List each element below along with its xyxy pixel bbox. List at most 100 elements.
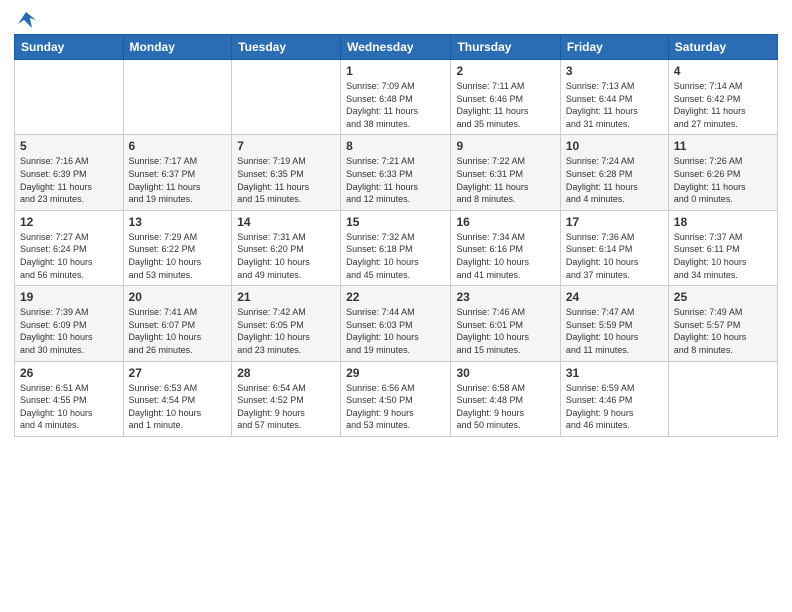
week-row-3: 12Sunrise: 7:27 AM Sunset: 6:24 PM Dayli… <box>15 210 778 285</box>
calendar-cell: 30 Sunrise: 6:58 AM Sunset: 4:48 PM Dayli… <box>451 361 560 436</box>
day-info: Sunrise: 6:58 AM Sunset: 4:48 PM Dayligh… <box>456 382 554 432</box>
calendar-cell: 10 Sunrise: 7:24 AM Sunset: 6:28 PM Dayli… <box>560 135 668 210</box>
calendar-cell: 29 Sunrise: 6:56 AM Sunset: 4:50 PM Dayli… <box>341 361 451 436</box>
day-number: 23 <box>456 290 554 304</box>
calendar-cell: 19Sunrise: 7:39 AM Sunset: 6:09 PM Dayli… <box>15 286 124 361</box>
calendar-cell: 9 Sunrise: 7:22 AM Sunset: 6:31 PM Daylig… <box>451 135 560 210</box>
logo <box>14 10 36 26</box>
day-number: 28 <box>237 366 335 380</box>
calendar-cell: 13 Sunrise: 7:29 AM Sunset: 6:22 PM Dayli… <box>123 210 232 285</box>
calendar-cell: 22 Sunrise: 7:44 AM Sunset: 6:03 PM Dayli… <box>341 286 451 361</box>
week-row-2: 5 Sunrise: 7:16 AM Sunset: 6:39 PM Daylig… <box>15 135 778 210</box>
day-number: 14 <box>237 215 335 229</box>
day-number: 8 <box>346 139 445 153</box>
weekday-header-row: SundayMondayTuesdayWednesdayThursdayFrid… <box>15 35 778 60</box>
day-number: 1 <box>346 64 445 78</box>
calendar-cell: 11 Sunrise: 7:26 AM Sunset: 6:26 PM Dayli… <box>668 135 777 210</box>
calendar-cell <box>232 60 341 135</box>
day-number: 7 <box>237 139 335 153</box>
weekday-header-thursday: Thursday <box>451 35 560 60</box>
calendar-cell <box>123 60 232 135</box>
day-info: Sunrise: 7:26 AM Sunset: 6:26 PM Dayligh… <box>674 155 772 205</box>
day-number: 3 <box>566 64 663 78</box>
weekday-header-monday: Monday <box>123 35 232 60</box>
calendar-cell: 24 Sunrise: 7:47 AM Sunset: 5:59 PM Dayli… <box>560 286 668 361</box>
calendar-cell: 31 Sunrise: 6:59 AM Sunset: 4:46 PM Dayli… <box>560 361 668 436</box>
day-number: 2 <box>456 64 554 78</box>
day-info: Sunrise: 6:51 AM Sunset: 4:55 PM Dayligh… <box>20 382 118 432</box>
day-info: Sunrise: 7:47 AM Sunset: 5:59 PM Dayligh… <box>566 306 663 356</box>
day-number: 10 <box>566 139 663 153</box>
calendar-cell: 26 Sunrise: 6:51 AM Sunset: 4:55 PM Dayli… <box>15 361 124 436</box>
calendar-cell: 27 Sunrise: 6:53 AM Sunset: 4:54 PM Dayli… <box>123 361 232 436</box>
day-info: Sunrise: 6:56 AM Sunset: 4:50 PM Dayligh… <box>346 382 445 432</box>
calendar-table: SundayMondayTuesdayWednesdayThursdayFrid… <box>14 34 778 437</box>
day-number: 16 <box>456 215 554 229</box>
day-number: 21 <box>237 290 335 304</box>
day-number: 30 <box>456 366 554 380</box>
day-info: Sunrise: 7:14 AM Sunset: 6:42 PM Dayligh… <box>674 80 772 130</box>
day-info: Sunrise: 6:59 AM Sunset: 4:46 PM Dayligh… <box>566 382 663 432</box>
calendar-cell <box>15 60 124 135</box>
day-number: 15 <box>346 215 445 229</box>
calendar-cell: 25 Sunrise: 7:49 AM Sunset: 5:57 PM Dayli… <box>668 286 777 361</box>
page: SundayMondayTuesdayWednesdayThursdayFrid… <box>0 0 792 612</box>
day-info: Sunrise: 7:41 AM Sunset: 6:07 PM Dayligh… <box>129 306 227 356</box>
weekday-header-wednesday: Wednesday <box>341 35 451 60</box>
day-number: 9 <box>456 139 554 153</box>
calendar-cell: 6 Sunrise: 7:17 AM Sunset: 6:37 PM Daylig… <box>123 135 232 210</box>
week-row-1: 1Sunrise: 7:09 AM Sunset: 6:48 PM Daylig… <box>15 60 778 135</box>
day-number: 11 <box>674 139 772 153</box>
day-info: Sunrise: 7:34 AM Sunset: 6:16 PM Dayligh… <box>456 231 554 281</box>
day-info: Sunrise: 7:42 AM Sunset: 6:05 PM Dayligh… <box>237 306 335 356</box>
day-number: 26 <box>20 366 118 380</box>
day-number: 29 <box>346 366 445 380</box>
day-info: Sunrise: 7:36 AM Sunset: 6:14 PM Dayligh… <box>566 231 663 281</box>
day-info: Sunrise: 7:17 AM Sunset: 6:37 PM Dayligh… <box>129 155 227 205</box>
day-number: 31 <box>566 366 663 380</box>
calendar-cell: 1Sunrise: 7:09 AM Sunset: 6:48 PM Daylig… <box>341 60 451 135</box>
day-number: 13 <box>129 215 227 229</box>
day-info: Sunrise: 7:37 AM Sunset: 6:11 PM Dayligh… <box>674 231 772 281</box>
week-row-5: 26 Sunrise: 6:51 AM Sunset: 4:55 PM Dayli… <box>15 361 778 436</box>
day-number: 17 <box>566 215 663 229</box>
day-info: Sunrise: 7:27 AM Sunset: 6:24 PM Dayligh… <box>20 231 118 281</box>
day-number: 4 <box>674 64 772 78</box>
day-number: 19 <box>20 290 118 304</box>
day-number: 20 <box>129 290 227 304</box>
calendar-cell: 23Sunrise: 7:46 AM Sunset: 6:01 PM Dayli… <box>451 286 560 361</box>
calendar-cell: 7 Sunrise: 7:19 AM Sunset: 6:35 PM Daylig… <box>232 135 341 210</box>
calendar-cell: 20 Sunrise: 7:41 AM Sunset: 6:07 PM Dayli… <box>123 286 232 361</box>
day-info: Sunrise: 7:49 AM Sunset: 5:57 PM Dayligh… <box>674 306 772 356</box>
day-number: 24 <box>566 290 663 304</box>
day-number: 27 <box>129 366 227 380</box>
day-info: Sunrise: 7:22 AM Sunset: 6:31 PM Dayligh… <box>456 155 554 205</box>
calendar-cell: 15 Sunrise: 7:32 AM Sunset: 6:18 PM Dayli… <box>341 210 451 285</box>
logo-bird-icon <box>16 10 36 28</box>
header <box>14 10 778 26</box>
day-number: 25 <box>674 290 772 304</box>
weekday-header-tuesday: Tuesday <box>232 35 341 60</box>
day-info: Sunrise: 6:53 AM Sunset: 4:54 PM Dayligh… <box>129 382 227 432</box>
calendar-cell: 14 Sunrise: 7:31 AM Sunset: 6:20 PM Dayli… <box>232 210 341 285</box>
calendar-cell: 4 Sunrise: 7:14 AM Sunset: 6:42 PM Daylig… <box>668 60 777 135</box>
day-info: Sunrise: 7:32 AM Sunset: 6:18 PM Dayligh… <box>346 231 445 281</box>
day-info: Sunrise: 7:16 AM Sunset: 6:39 PM Dayligh… <box>20 155 118 205</box>
calendar-cell: 3Sunrise: 7:13 AM Sunset: 6:44 PM Daylig… <box>560 60 668 135</box>
day-info: Sunrise: 7:29 AM Sunset: 6:22 PM Dayligh… <box>129 231 227 281</box>
day-number: 5 <box>20 139 118 153</box>
day-number: 22 <box>346 290 445 304</box>
calendar-cell: 5 Sunrise: 7:16 AM Sunset: 6:39 PM Daylig… <box>15 135 124 210</box>
day-info: Sunrise: 7:19 AM Sunset: 6:35 PM Dayligh… <box>237 155 335 205</box>
day-number: 6 <box>129 139 227 153</box>
week-row-4: 19Sunrise: 7:39 AM Sunset: 6:09 PM Dayli… <box>15 286 778 361</box>
day-info: Sunrise: 6:54 AM Sunset: 4:52 PM Dayligh… <box>237 382 335 432</box>
calendar-cell: 12Sunrise: 7:27 AM Sunset: 6:24 PM Dayli… <box>15 210 124 285</box>
day-info: Sunrise: 7:44 AM Sunset: 6:03 PM Dayligh… <box>346 306 445 356</box>
day-info: Sunrise: 7:31 AM Sunset: 6:20 PM Dayligh… <box>237 231 335 281</box>
calendar-cell: 18Sunrise: 7:37 AM Sunset: 6:11 PM Dayli… <box>668 210 777 285</box>
day-info: Sunrise: 7:24 AM Sunset: 6:28 PM Dayligh… <box>566 155 663 205</box>
calendar-cell: 8Sunrise: 7:21 AM Sunset: 6:33 PM Daylig… <box>341 135 451 210</box>
calendar-cell: 2Sunrise: 7:11 AM Sunset: 6:46 PM Daylig… <box>451 60 560 135</box>
weekday-header-friday: Friday <box>560 35 668 60</box>
